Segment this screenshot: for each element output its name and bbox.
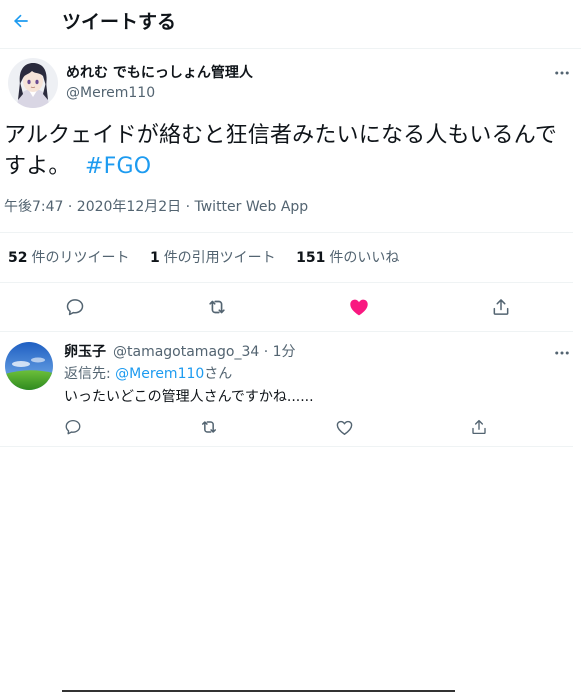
- retweets-stat[interactable]: 52 件のリツイート: [8, 250, 129, 266]
- back-button[interactable]: [4, 4, 38, 38]
- reply-text: いったいどこの管理人さんですかね......: [64, 389, 314, 405]
- author-name[interactable]: めれむ でもにっしょん管理人: [66, 64, 253, 82]
- reply-like-button[interactable]: [333, 416, 355, 438]
- likes-count: 151: [296, 250, 326, 266]
- share-button[interactable]: [490, 296, 512, 318]
- quotes-label: 件の引用ツイート: [163, 250, 276, 266]
- reply-button[interactable]: [64, 296, 86, 318]
- retweets-count: 52: [8, 250, 28, 266]
- tweet-stats: 52 件のリツイート 1 件の引用ツイート 151 件のいいね: [8, 248, 415, 268]
- author-handle[interactable]: @Merem110: [66, 84, 155, 102]
- reply-handle-time[interactable]: @tamagotamago_34 · 1分: [113, 343, 296, 361]
- tweet-more-button[interactable]: [552, 63, 572, 83]
- author-avatar[interactable]: [8, 58, 58, 108]
- reply-to-line: 返信先: @Merem110さん: [64, 365, 232, 383]
- quotes-stat[interactable]: 1 件の引用ツイート: [150, 250, 276, 266]
- reply-bubble-icon: [65, 419, 81, 435]
- likes-label: 件のいいね: [329, 250, 400, 266]
- reply-retweet-button[interactable]: [198, 416, 220, 438]
- divider: [0, 232, 573, 233]
- arrow-left-icon: [13, 14, 28, 28]
- top-header: ツイートする: [0, 0, 581, 49]
- divider: [0, 282, 573, 283]
- reply-to-suffix: さん: [204, 366, 233, 382]
- retweet-icon: [209, 300, 225, 314]
- quotes-count: 1: [149, 250, 160, 266]
- reply-author-avatar[interactable]: [5, 342, 53, 390]
- more-horizontal-icon: [555, 71, 569, 75]
- heart-icon: [350, 299, 368, 316]
- anime-character-avatar-icon: [8, 58, 58, 108]
- more-horizontal-icon: [555, 351, 569, 355]
- landscape-avatar-icon: [5, 342, 53, 390]
- tweet-detail-page: ツイートする めれむ でもにっしょん管理人 @Merem110 アルクェイドが絡…: [0, 0, 581, 692]
- tweet-text: アルクェイドが絡むと狂信者みたいになる人もいるんですよ。 #FGO: [4, 120, 574, 182]
- share-icon: [472, 419, 486, 435]
- heart-outline-icon: [336, 420, 352, 435]
- like-button[interactable]: [348, 296, 370, 318]
- tweet-timestamp[interactable]: 午後7:47 · 2020年12月2日 · Twitter Web App: [4, 197, 308, 217]
- retweet-button[interactable]: [206, 296, 228, 318]
- page-title: ツイートする: [62, 11, 177, 33]
- likes-stat[interactable]: 151 件のいいね: [296, 250, 399, 266]
- retweet-icon: [202, 421, 216, 433]
- reply-to-prefix: 返信先:: [64, 366, 116, 382]
- reply-bubble-icon: [66, 299, 84, 316]
- reply-share-button[interactable]: [468, 416, 490, 438]
- hashtag-link[interactable]: #FGO: [85, 154, 151, 179]
- reply-reply-button[interactable]: [62, 416, 84, 438]
- divider: [0, 446, 573, 447]
- divider: [0, 331, 573, 332]
- retweets-label: 件のリツイート: [31, 250, 130, 266]
- reply-more-button[interactable]: [552, 343, 572, 363]
- reply-author-name[interactable]: 卵玉子: [64, 343, 106, 361]
- share-icon: [493, 299, 509, 315]
- reply-to-mention[interactable]: @Merem110: [115, 366, 204, 382]
